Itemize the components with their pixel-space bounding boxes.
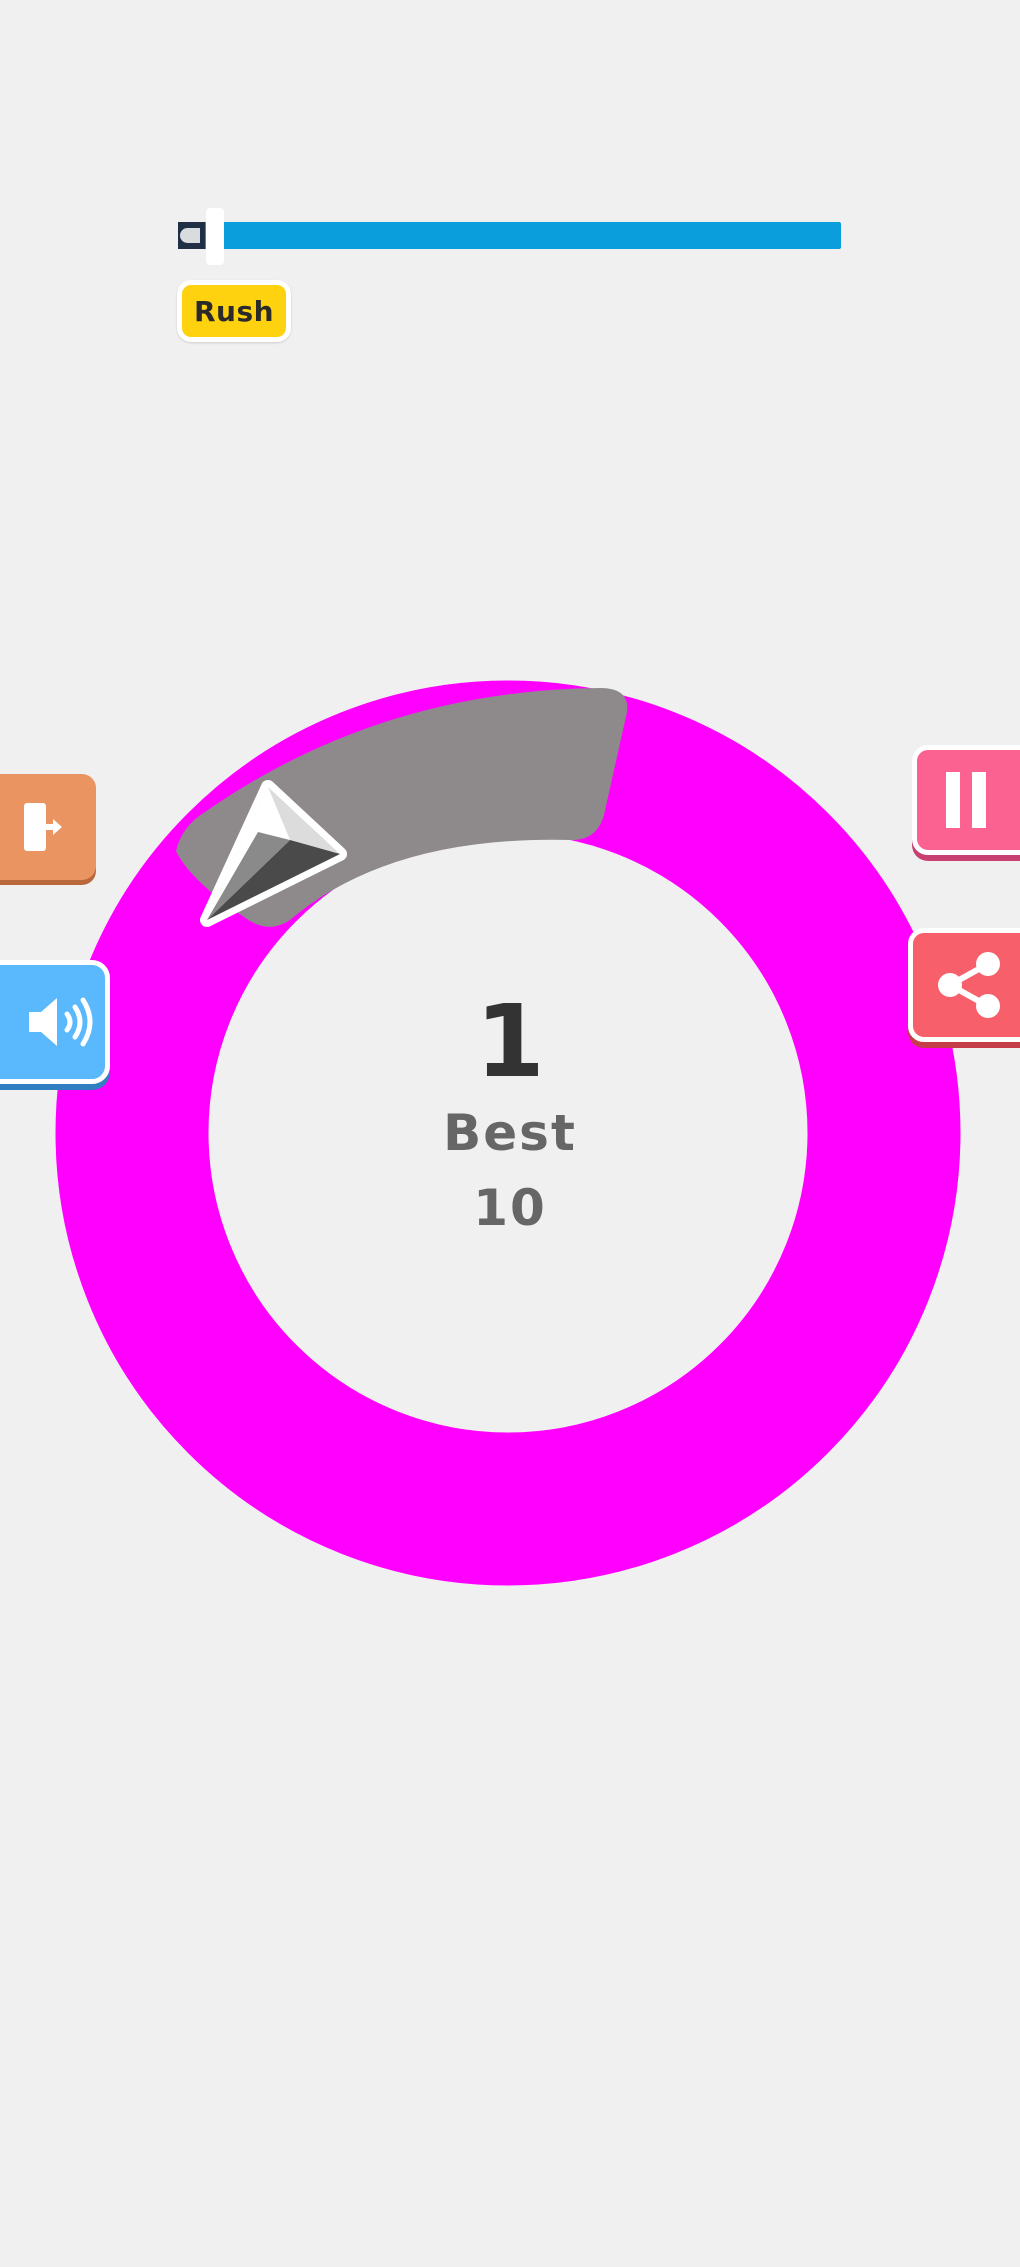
- share-icon: [934, 950, 1004, 1020]
- pause-button[interactable]: [912, 745, 1020, 855]
- current-score: 1: [475, 983, 545, 1100]
- game-screen: Rush 1 Best 10: [0, 0, 1020, 2267]
- speaker-icon: [25, 992, 95, 1052]
- sound-button[interactable]: [0, 960, 110, 1084]
- pause-icon: [942, 770, 992, 830]
- exit-door-icon: [8, 799, 68, 855]
- best-score-label: Best: [443, 1104, 577, 1162]
- share-button[interactable]: [908, 928, 1020, 1042]
- exit-button[interactable]: [0, 774, 96, 880]
- best-score-value: 10: [473, 1179, 547, 1237]
